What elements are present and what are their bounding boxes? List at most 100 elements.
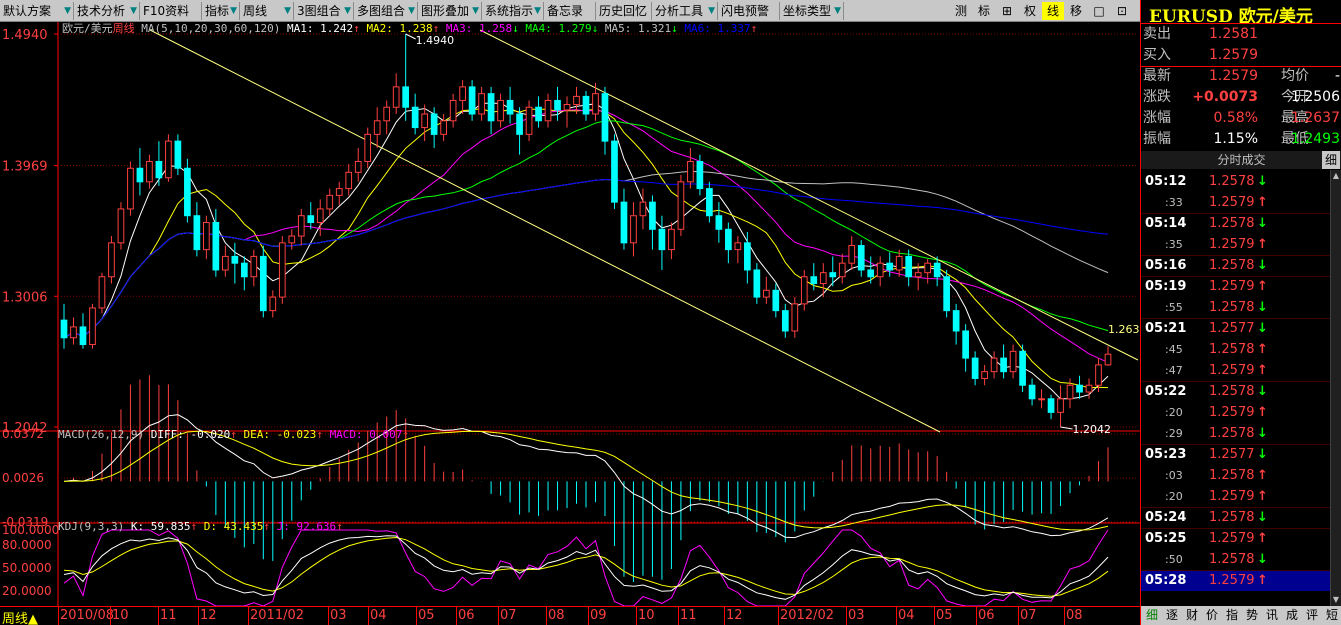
toolbar-item-9[interactable]: 备忘录 [544,2,596,20]
candle-down [905,255,913,278]
last-value: 1.2579 [1209,68,1258,84]
candle-up [819,272,827,285]
amp-label: 振幅 [1143,131,1171,147]
candle-down [506,99,514,115]
panel-tab-9[interactable]: 短 [1322,607,1341,624]
tick-row[interactable]: :03 1.2578 ↑ [1141,465,1331,486]
tick-row[interactable]: 05:23 1.2577 ↓ [1141,444,1331,465]
ma-arrow-4: ↓ [592,22,605,35]
candle-up [108,242,115,278]
toolbar-right-button-6[interactable]: □ [1088,2,1110,20]
tick-row[interactable]: :33 1.2579 ↑ [1141,192,1331,213]
toolbar-item-1[interactable]: 技术分析 ▼ [74,2,140,20]
chart-area[interactable]: 1.49401.39691.30061.20421.49401.20421.26… [0,22,1140,606]
panel-tab-6[interactable]: 讯 [1262,607,1282,624]
panel-tab-7[interactable]: 成 [1282,607,1302,624]
tick-row[interactable]: :35 1.2579 ↑ [1141,234,1331,255]
tick-scrollbar[interactable]: ▲ ▼ [1330,170,1341,606]
tick-row[interactable]: 05:16 1.2578 ↓ [1141,255,1331,276]
candle-up [250,255,258,278]
scroll-up-icon[interactable]: ▲ [1331,170,1341,182]
divider [1141,444,1341,445]
candle-down [952,310,960,332]
toolbar-item-8[interactable]: 系统指示 ▼ [482,2,544,20]
tick-row[interactable]: 05:24 1.2578 ↓ [1141,507,1331,528]
panel-tab-5[interactable]: 势 [1242,607,1262,624]
toolbar-item-11[interactable]: 分析工具 ▼ [652,2,718,20]
x-tick-label: 10 [112,608,129,623]
tick-row[interactable]: 05:14 1.2578 ↓ [1141,213,1331,234]
kdj-tick-label: 20.0000 [2,584,52,598]
candle-down [155,160,163,179]
tick-row[interactable]: 05:28 1.2579 ↑ [1141,570,1331,591]
toolbar-right-button-3[interactable]: 权 [1019,2,1041,20]
arrow-down-icon: ↓ [1257,300,1268,315]
toolbar-item-12[interactable]: 闪电预警 [718,2,780,20]
tick-row[interactable]: :45 1.2578 ↑ [1141,339,1331,360]
candle-up [269,296,277,312]
candle-down [535,106,542,122]
tick-price: 1.2578 [1209,342,1255,357]
panel-tab-3[interactable]: 价 [1202,607,1222,624]
toolbar-item-10[interactable]: 历史回忆 [596,2,652,20]
divider [1141,381,1341,382]
tick-time: 05:28 [1145,573,1187,588]
tick-row[interactable]: 05:22 1.2578 ↓ [1141,381,1331,402]
candle-down [725,228,732,251]
x-tick-label: 11 [160,608,177,623]
tick-row[interactable]: :50 1.2578 ↓ [1141,549,1331,570]
toolbar-right-button-5[interactable]: 移 [1065,2,1087,20]
x-tick-mark [58,607,59,625]
candle-down [184,167,191,217]
tick-row[interactable]: :55 1.2578 ↓ [1141,297,1331,318]
candle-up [165,140,172,179]
toolbar-item-7[interactable]: 图形叠加 ▼ [418,2,482,20]
tick-row[interactable]: :47 1.2579 ↑ [1141,360,1331,381]
arrow-up-icon: ↑ [1257,489,1268,504]
tick-row[interactable]: :20 1.2579 ↑ [1141,486,1331,507]
toolbar-item-0[interactable]: 默认方案 ▼ [0,2,74,20]
arrow-up-icon: ↑ [1257,195,1268,210]
tick-row[interactable]: 05:12 1.2578 ↓ [1141,171,1331,192]
panel-tab-1[interactable]: 逐 [1162,607,1182,624]
toolbar-item-4[interactable]: 周线 ▼ [240,2,294,20]
candle-up [630,215,637,244]
tick-row[interactable]: :20 1.2579 ↑ [1141,402,1331,423]
toolbar-item-2[interactable]: F10资料 [140,2,202,20]
kdj-tick-label: 100.0000 [2,523,59,537]
arrow-up-icon: ↑ [316,428,329,441]
x-tick-label: 12 [726,608,743,623]
period-switch[interactable]: 周线▲ [2,608,38,625]
ticks-detail-button[interactable]: 细 [1322,151,1340,169]
toolbar-right-button-7[interactable]: ⊡ [1111,2,1133,20]
tick-row[interactable]: 05:21 1.2577 ↓ [1141,318,1331,339]
candle-up [364,133,372,162]
scroll-down-icon[interactable]: ▼ [1331,594,1341,606]
toolbar-item-6[interactable]: 多图组合 ▼ [354,2,418,20]
toolbar-right-button-0[interactable]: 测 [950,2,972,20]
x-tick-mark [588,607,589,625]
toolbar-item-5[interactable]: 3图组合 ▼ [294,2,354,20]
arrow-up-icon: ↑ [190,520,203,533]
dropdown-arrow-icon: ▼ [708,6,715,16]
buy-label: 买入 [1143,47,1171,63]
candle-down [620,201,628,244]
candle-up [544,99,552,122]
toolbar-right-button-4[interactable]: 线 [1042,2,1064,20]
tick-row[interactable]: 05:19 1.2579 ↑ [1141,276,1331,297]
arrow-up-icon: ↑ [1257,237,1268,252]
toolbar-item-3[interactable]: 指标 ▼ [202,2,240,20]
candle-down [582,95,590,115]
panel-tab-2[interactable]: 财 [1182,607,1202,624]
candle-up [1104,353,1112,366]
arrow-up-icon: ↑ [1257,573,1268,588]
panel-tab-8[interactable]: 评 [1302,607,1322,624]
tick-price: 1.2578 [1209,174,1255,189]
tick-row[interactable]: :29 1.2578 ↓ [1141,423,1331,444]
toolbar-item-13[interactable]: 坐标类型 ▼ [780,2,844,20]
toolbar-right-button-1[interactable]: 标 [973,2,995,20]
toolbar-right-button-2[interactable]: ⊞ [996,2,1018,20]
panel-tab-4[interactable]: 指 [1222,607,1242,624]
panel-tab-0[interactable]: 细 [1142,607,1162,624]
tick-row[interactable]: 05:25 1.2579 ↑ [1141,528,1331,549]
